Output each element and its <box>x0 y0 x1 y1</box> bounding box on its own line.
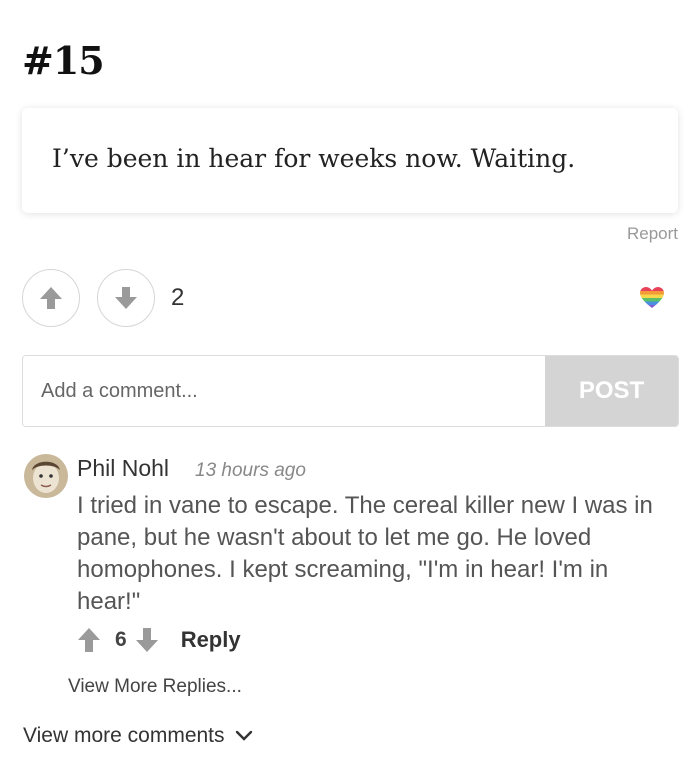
post-button[interactable]: POST <box>545 356 678 426</box>
comment-text: I tried in vane to escape. The cereal ki… <box>77 492 653 615</box>
report-link[interactable]: Report <box>627 224 678 244</box>
downvote-button[interactable] <box>97 269 155 327</box>
view-more-comments-button[interactable]: View more comments <box>23 724 253 748</box>
view-more-comments-label: View more comments <box>23 724 225 747</box>
comment-author[interactable]: Phil Nohl <box>77 455 169 482</box>
view-more-replies-link[interactable]: View More Replies... <box>68 676 242 698</box>
upvote-button[interactable] <box>22 269 80 327</box>
post-text: I’ve been in hear for weeks now. Waiting… <box>52 144 576 173</box>
post-card: I’ve been in hear for weeks now. Waiting… <box>22 108 678 213</box>
arrow-up-icon <box>40 287 62 309</box>
comment-form: POST <box>22 355 679 427</box>
arrow-down-icon <box>115 287 137 309</box>
comment-input[interactable] <box>23 356 545 426</box>
vote-count: 2 <box>171 284 185 311</box>
comment-upvote-icon[interactable] <box>77 627 101 653</box>
post-rank: #15 <box>22 38 105 83</box>
comment-vote-count: 6 <box>115 628 127 651</box>
avatar[interactable] <box>24 454 68 498</box>
chevron-down-icon <box>235 730 252 741</box>
comment-actions: 6 Reply <box>77 625 241 655</box>
reply-button[interactable]: Reply <box>181 627 241 653</box>
comment-downvote-icon[interactable] <box>135 627 159 653</box>
rainbow-heart-icon[interactable] <box>640 287 664 309</box>
comment-timestamp: 13 hours ago <box>195 460 306 481</box>
